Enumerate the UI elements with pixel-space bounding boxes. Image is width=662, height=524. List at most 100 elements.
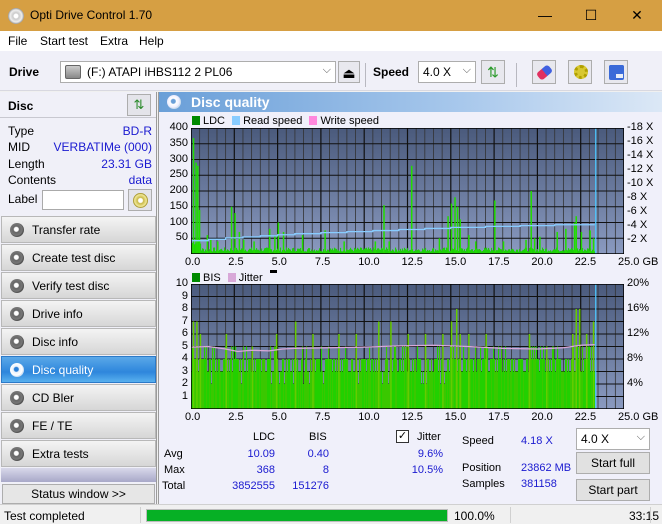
disc-icon [10, 419, 24, 433]
row-max-label: Max [164, 464, 185, 476]
cd-icon [133, 193, 148, 208]
erase-button[interactable] [532, 60, 556, 84]
start-full-button[interactable]: Start full [576, 452, 650, 474]
avg-jitter: 9.6% [417, 448, 443, 460]
nav-disc-quality[interactable]: Disc quality [1, 356, 156, 383]
nav-label: Drive info [32, 307, 83, 321]
disc-icon [10, 223, 24, 237]
nav-cd-bler[interactable]: CD Bler [1, 384, 156, 411]
nav-label: Create test disc [32, 251, 116, 265]
menu-extra[interactable]: Extra [100, 34, 128, 48]
y-tick-label: 4 [181, 352, 188, 364]
nav-create-test-disc[interactable]: Create test disc [1, 244, 156, 271]
eraser-icon [535, 64, 554, 81]
x-tick-label: 15.0 [444, 256, 467, 268]
menu-start-test[interactable]: Start test [40, 34, 88, 48]
y2-tick-label: -14 X [627, 149, 654, 161]
y2-tick-label: -2 X [627, 233, 648, 245]
start-part-button[interactable]: Start part [576, 479, 650, 501]
drive-icon [65, 65, 81, 79]
test-speed-select[interactable]: 4.0 X ⌵ [576, 428, 650, 450]
field-label: Type [8, 124, 35, 138]
disc-type-row: Type BD-R [8, 124, 152, 140]
nav-extra-tests[interactable]: Extra tests [1, 440, 156, 467]
nav-filler [1, 468, 156, 482]
y2-tick-label: -8 X [627, 191, 648, 203]
row-avg-label: Avg [164, 448, 183, 460]
refresh-button[interactable]: ⇅ [481, 60, 505, 84]
maximize-button[interactable]: ☐ [568, 0, 614, 31]
chevron-down-icon: ⌵ [636, 431, 645, 443]
eject-icon: ⏏ [342, 65, 356, 81]
nav-fe-te[interactable]: FE / TE [1, 412, 156, 439]
y-tick-label: 2 [181, 377, 188, 389]
y2-tick-label: -12 X [627, 163, 654, 175]
field-label: Label [8, 192, 38, 206]
title-bar: Opti Drive Control 1.70 — ☐ ✕ [0, 0, 662, 31]
nav-transfer-rate[interactable]: Transfer rate [1, 216, 156, 243]
y2-tick-label: 12% [627, 327, 650, 339]
x-tick-label: 25.0 GB [618, 411, 659, 423]
y2-tick-label: 4% [627, 377, 643, 389]
disc-icon [10, 391, 24, 405]
menu-help[interactable]: Help [139, 34, 164, 48]
disc-label-input[interactable] [42, 190, 124, 210]
y2-tick-label: -18 X [627, 121, 654, 133]
progress-fill [147, 510, 447, 521]
y-tick-label: 5 [181, 339, 188, 352]
disc-icon [10, 279, 24, 293]
disc-contents-row: Contents data [8, 173, 152, 189]
col-ldc-header: LDC [253, 431, 276, 443]
disc-header: Disc ⇅ [0, 92, 156, 118]
nav-drive-info[interactable]: Drive info [1, 300, 156, 327]
gears-icon [574, 65, 588, 79]
col-bis-header: BIS [309, 431, 327, 443]
nav-verify-test-disc[interactable]: Verify test disc [1, 272, 156, 299]
y-tick-label: 150 [169, 199, 188, 212]
jitter-checkbox[interactable]: ✓ [396, 430, 409, 443]
samples-label: Samples [462, 478, 505, 490]
nav-label: Verify test disc [32, 279, 110, 293]
y-tick-label: 250 [169, 168, 188, 181]
x-tick-label: 10.0 [358, 256, 380, 268]
nav-disc-info[interactable]: Disc info [1, 328, 156, 355]
x-tick-label: 20.0 [531, 256, 553, 268]
max-ldc: 368 [256, 464, 275, 476]
refresh-arrows-icon: ⇅ [487, 64, 499, 80]
y2-tick-label: -16 X [627, 135, 654, 147]
x-tick-label: 25.0 GB [618, 256, 659, 268]
y2-tick-label: 16% [627, 302, 650, 314]
y-tick-label: 1 [181, 389, 188, 402]
field-label: Contents [8, 173, 57, 187]
eject-button[interactable]: ⏏ [338, 61, 360, 83]
nav-label: Extra tests [32, 447, 89, 461]
speed-value: 4.18 X [521, 435, 553, 447]
disc-refresh-button[interactable]: ⇅ [127, 94, 151, 116]
x-tick-label: 7.5 [314, 256, 331, 268]
disc-title: Disc [8, 99, 34, 113]
jitter-header: Jitter [417, 431, 441, 443]
elapsed-time: 33:15 [629, 509, 660, 523]
drive-label: Drive [9, 65, 40, 79]
nav-label: Transfer rate [32, 223, 101, 237]
drive-select[interactable]: (F:) ATAPI iHBS112 2 PL06 ⌵ [60, 61, 336, 83]
x-tick-label: 15.0 [444, 411, 467, 423]
close-button[interactable]: ✕ [614, 0, 660, 31]
speed-select[interactable]: 4.0 X ⌵ [418, 61, 476, 83]
floppy-icon [609, 65, 624, 80]
x-tick-label: 17.5 [488, 256, 510, 268]
settings-button[interactable] [568, 60, 592, 84]
menu-file[interactable]: File [8, 34, 27, 48]
status-window-button[interactable]: Status window >> [2, 484, 155, 504]
y2-tick-label: -10 X [627, 177, 654, 189]
nav-label: Disc info [32, 335, 79, 349]
chevron-down-icon: ⌵ [462, 64, 471, 76]
toolbar: Drive (F:) ATAPI iHBS112 2 PL06 ⌵ ⏏ Spee… [0, 51, 662, 91]
disc-icon [10, 363, 24, 377]
disc-label-button[interactable] [128, 189, 152, 211]
save-button[interactable] [604, 60, 628, 84]
y2-tick-label: -6 X [627, 205, 648, 217]
disc-icon [10, 251, 24, 265]
y-tick-label: 9 [181, 289, 188, 302]
minimize-button[interactable]: — [522, 0, 568, 31]
